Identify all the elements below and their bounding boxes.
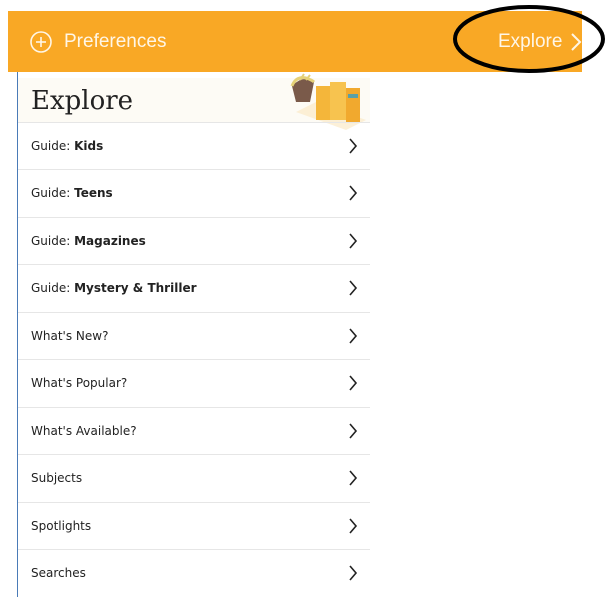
explore-panel: Explore Guide: Kids Guide: Teens Guide: … [17, 72, 370, 597]
list-item[interactable]: Subjects [18, 454, 370, 501]
list-item-bold: Teens [74, 186, 113, 200]
plus-circle-icon [30, 30, 52, 53]
panel-title: Explore [31, 86, 134, 116]
list-item[interactable]: Guide: Teens [18, 169, 370, 216]
list-item-prefix: Subjects [31, 471, 83, 485]
list-item-prefix: What's Popular? [31, 376, 128, 390]
chevron-right-icon [571, 32, 582, 51]
chevron-right-icon [349, 185, 358, 201]
chevron-right-icon [349, 565, 358, 581]
list-item[interactable]: Guide: Mystery & Thriller [18, 264, 370, 311]
chevron-right-icon [349, 233, 358, 249]
list-item[interactable]: Searches [18, 549, 370, 596]
explore-button[interactable]: Explore [498, 11, 582, 72]
list-item-prefix: What's New? [31, 329, 109, 343]
list-item[interactable]: Guide: Kids [18, 122, 370, 169]
chevron-right-icon [349, 518, 358, 534]
list-item[interactable]: Guide: Magazines [18, 217, 370, 264]
list-item-bold: Kids [74, 139, 104, 153]
preferences-button[interactable]: Preferences [30, 11, 166, 72]
top-bar: Preferences Explore [8, 11, 582, 72]
list-item-prefix: Guide: [31, 186, 75, 200]
explore-label: Explore [498, 30, 563, 52]
list-item-bold: Magazines [74, 234, 146, 248]
chevron-right-icon [349, 138, 358, 154]
chevron-right-icon [349, 423, 358, 439]
list-item-prefix: Spotlights [31, 519, 92, 533]
list-item-bold: Mystery & Thriller [74, 281, 197, 295]
chevron-right-icon [349, 375, 358, 391]
list-item-prefix: Guide: [31, 139, 75, 153]
chevron-right-icon [349, 328, 358, 344]
list-item-prefix: What's Available? [31, 424, 137, 438]
list-item-prefix: Guide: [31, 234, 75, 248]
chevron-right-icon [349, 470, 358, 486]
list-item-prefix: Guide: [31, 281, 75, 295]
list-item[interactable]: What's New? [18, 312, 370, 359]
chevron-right-icon [349, 280, 358, 296]
list-item[interactable]: Spotlights [18, 502, 370, 549]
list-item[interactable]: What's Available? [18, 407, 370, 454]
list-item[interactable]: What's Popular? [18, 359, 370, 406]
list-item-prefix: Searches [31, 566, 86, 580]
preferences-label: Preferences [64, 30, 167, 52]
